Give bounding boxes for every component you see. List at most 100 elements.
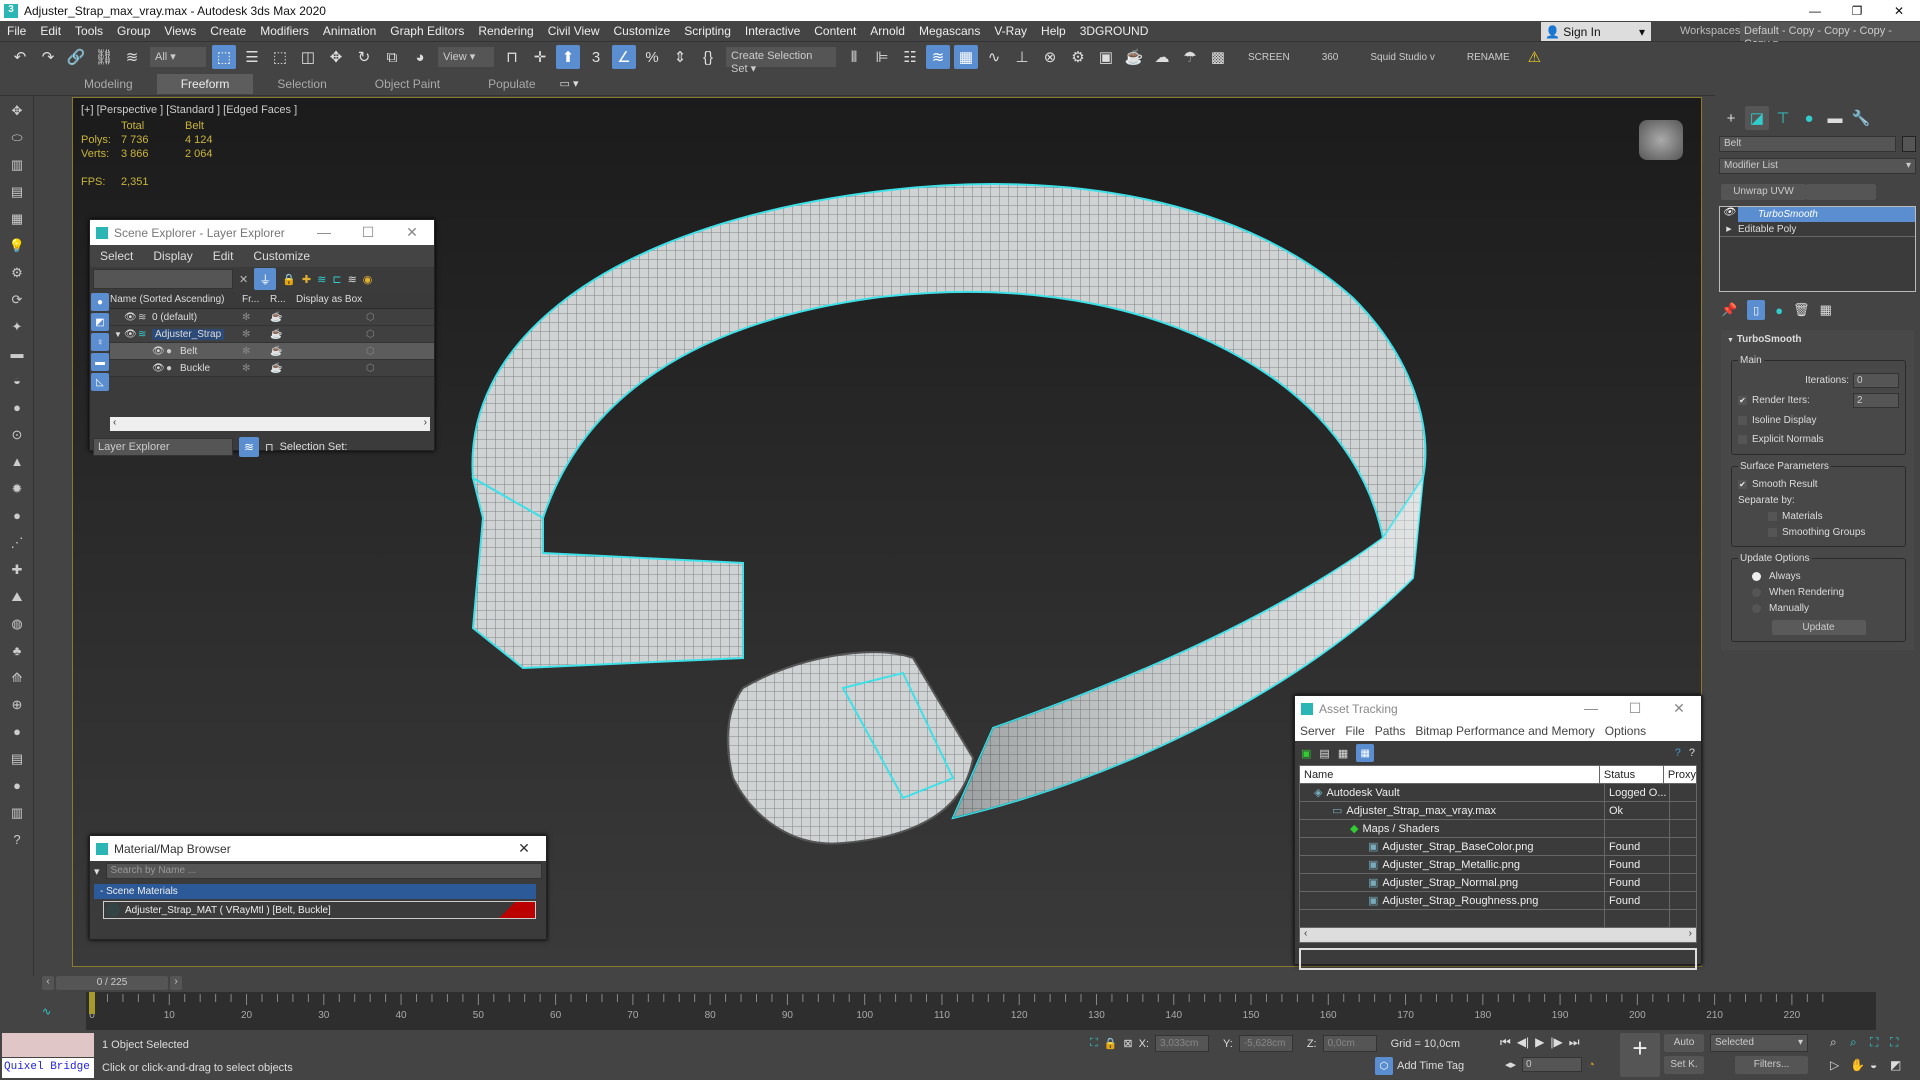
stack-item-turbosmooth[interactable]: 👁 TurboSmooth (1720, 207, 1915, 222)
smooth-result-checkbox[interactable]: ✔ (1738, 479, 1747, 489)
key-filters-button[interactable]: Filters... (1735, 1056, 1808, 1074)
scale-icon[interactable]: ⧉ (380, 45, 404, 69)
col-status[interactable]: Status (1600, 766, 1664, 783)
show-end-result-icon[interactable]: ▯ (1747, 300, 1766, 320)
left-tool-icon[interactable]: ▤ (7, 751, 27, 771)
iterations-spinner[interactable]: 0 (1853, 372, 1899, 388)
menu-interactive[interactable]: Interactive (738, 24, 807, 38)
named-selection-set-dropdown[interactable]: Create Selection Set ▾ (726, 47, 836, 75)
thumbnail-icon[interactable]: ▦ (1338, 747, 1348, 760)
lights-filter-icon[interactable]: ♀ (91, 333, 109, 351)
pin-stack-icon[interactable]: 📌 (1721, 302, 1737, 318)
menu-animation[interactable]: Animation (316, 24, 383, 38)
align-icon[interactable]: ⊫ (870, 45, 894, 69)
left-tool-icon[interactable]: ▬ (7, 346, 27, 366)
left-tool-icon[interactable]: ● (7, 724, 27, 744)
remove-modifier-icon[interactable]: 🗑 (1793, 302, 1810, 318)
scene-explorer-icon[interactable]: ☷ (898, 45, 922, 69)
explorer-type-dropdown[interactable]: Layer Explorer (93, 438, 233, 456)
curve-editor-icon[interactable]: ∿ (42, 1005, 51, 1018)
rollout-header[interactable]: ▼ TurboSmooth (1721, 330, 1914, 349)
asset-row[interactable]: ▣ Adjuster_Strap_BaseColor.png Found (1300, 838, 1696, 856)
make-unique-icon[interactable]: ● (1775, 303, 1783, 318)
move-icon[interactable]: ✥ (324, 45, 348, 69)
search-input[interactable] (93, 269, 233, 289)
selection-filter-dropdown[interactable]: All ▾ (150, 47, 206, 67)
materials-checkbox[interactable] (1768, 511, 1777, 521)
object-name-field[interactable]: Belt (1719, 136, 1896, 152)
left-tool-icon[interactable]: ▦ (7, 211, 27, 231)
zoom-icon[interactable]: ⌕ (1830, 1035, 1850, 1050)
render-setup-icon[interactable]: ⚙ (1066, 45, 1090, 69)
manually-radio[interactable] (1752, 603, 1761, 613)
layers-view-icon[interactable]: ≋ (239, 437, 259, 457)
snap-3d-icon[interactable]: 3 (584, 45, 608, 69)
z-coordinate-field[interactable]: 0,0cm (1322, 1035, 1377, 1052)
bind-spacewarp-icon[interactable]: ≋ (120, 45, 144, 69)
close-button[interactable]: ✕ (1657, 700, 1701, 717)
redo-icon[interactable]: ↷ (36, 45, 60, 69)
left-tool-icon[interactable]: 💡 (7, 238, 27, 258)
left-tool-icon[interactable]: ◍ (7, 616, 27, 636)
help-context-icon[interactable]: ? (1689, 747, 1695, 759)
window-crossing-icon[interactable]: ◫ (296, 45, 320, 69)
visibility-eye-icon[interactable]: 👁 (152, 346, 166, 357)
set-key-icon[interactable]: + (1620, 1033, 1660, 1077)
quixel-bridge-field[interactable]: Quixel Bridge (2, 1058, 94, 1078)
left-tool-icon[interactable]: ⟰ (7, 670, 27, 690)
current-frame-field[interactable]: 0 (1522, 1057, 1583, 1072)
display-as-box-icon[interactable]: ⬡ (296, 346, 375, 357)
selection-lock-icon[interactable]: 🔒 (1104, 1037, 1118, 1050)
edit-named-sets-icon[interactable]: {} (696, 45, 720, 69)
menu-select[interactable]: Select (90, 249, 143, 263)
col-freeze[interactable]: Fr... (242, 294, 270, 305)
empty-modifier-button[interactable] (1806, 184, 1876, 200)
left-tool-icon[interactable]: ▲ (7, 454, 27, 474)
create-tab-icon[interactable]: + (1719, 106, 1743, 130)
left-tool-icon[interactable]: ▥ (7, 805, 27, 825)
next-key-icon[interactable]: |▶ (1550, 1035, 1562, 1050)
ribbon-options-icon[interactable]: ▭ ▾ (560, 77, 579, 90)
update-button[interactable]: Update (1771, 620, 1866, 635)
render-a360-icon[interactable]: ☂ (1178, 45, 1202, 69)
screen-button[interactable]: SCREEN (1248, 52, 1290, 63)
layer-row[interactable]: ▼ 👁 ≋ Adjuster_Strap ✻ ☕ ⬡ (110, 326, 434, 343)
col-render[interactable]: R... (270, 294, 296, 305)
menu-customize[interactable]: Customize (607, 24, 678, 38)
object-color-swatch[interactable] (1902, 136, 1916, 152)
menu-create[interactable]: Create (203, 24, 253, 38)
menu-bitmap-performance[interactable]: Bitmap Performance and Memory (1410, 724, 1599, 738)
helpers-filter-icon[interactable]: ◺ (91, 373, 109, 391)
search-options-icon[interactable]: ▾ (94, 865, 100, 878)
left-tool-icon[interactable]: ⚙ (7, 265, 27, 285)
when-rendering-radio[interactable] (1752, 587, 1761, 597)
zoom-extents-icon[interactable]: ⛶ (1870, 1035, 1890, 1050)
previous-key-icon[interactable]: ◀| (1517, 1035, 1529, 1050)
hierarchy-tab-icon[interactable]: ⊤ (1771, 106, 1795, 130)
left-tool-icon[interactable]: ⋰ (7, 535, 27, 555)
lock-icon[interactable]: 🔒 (282, 273, 296, 286)
menu-megascans[interactable]: Megascans (912, 24, 987, 38)
left-tool-icon[interactable]: ▤ (7, 184, 27, 204)
maximize-button[interactable]: ❐ (1836, 4, 1878, 18)
layer-name[interactable]: Buckle (180, 363, 210, 374)
y-coordinate-field[interactable]: -5,628cm (1238, 1035, 1293, 1052)
list-icon[interactable]: ▤ (1319, 747, 1329, 760)
link-icon[interactable]: 🔗 (64, 45, 88, 69)
menu-views[interactable]: Views (157, 24, 203, 38)
menu-tools[interactable]: Tools (68, 24, 110, 38)
menu-server[interactable]: Server (1295, 724, 1340, 738)
maxscript-listener[interactable] (2, 1033, 94, 1057)
viewcube[interactable] (1639, 120, 1683, 160)
set-key-button[interactable]: Set K. (1664, 1056, 1704, 1074)
left-tool-icon[interactable]: ✥ (7, 103, 27, 123)
close-button[interactable]: ✕ (1878, 4, 1920, 18)
layer-explorer-icon[interactable]: ≋ (926, 45, 950, 69)
menu-3dground[interactable]: 3DGROUND (1073, 24, 1156, 38)
zoom-extents-all-icon[interactable]: ⛶ (1890, 1035, 1910, 1050)
stack-item-editable-poly[interactable]: ▶ Editable Poly (1720, 222, 1915, 237)
hierarchy-view-icon[interactable]: ⊓ (265, 441, 274, 454)
utilities-tab-icon[interactable]: 🔧 (1849, 106, 1873, 130)
freeze-icon[interactable]: ✻ (242, 329, 270, 340)
render-cloud-icon[interactable]: ☁ (1150, 45, 1174, 69)
